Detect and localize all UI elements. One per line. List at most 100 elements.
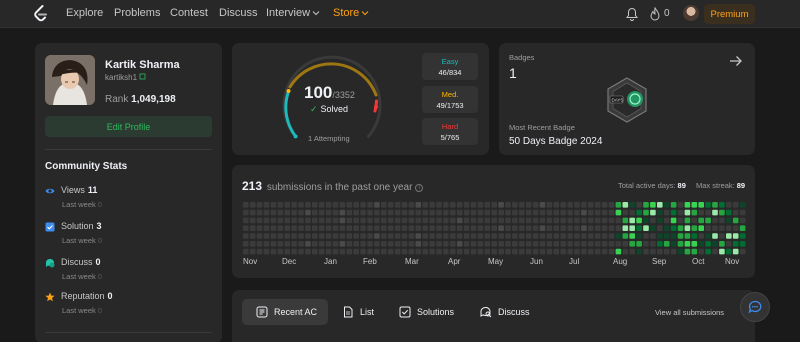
heatmap-cell[interactable] [381,241,387,247]
heatmap-cell[interactable] [243,209,249,216]
heatmap-cell[interactable] [691,241,698,247]
heatmap-cell[interactable] [443,233,449,239]
heatmap-cell[interactable] [325,209,332,216]
heatmap-cell[interactable] [360,225,366,231]
fire-icon[interactable] [650,7,660,21]
heatmap-cell[interactable] [243,241,249,247]
heatmap-cell[interactable] [498,225,504,231]
heatmap-cell[interactable] [346,209,353,216]
heatmap-cell[interactable] [387,225,394,231]
heatmap-cell[interactable] [470,217,477,224]
heatmap-cell[interactable] [663,248,670,255]
heatmap-cell[interactable] [498,209,504,216]
heatmap-cell[interactable] [705,248,711,255]
heatmap-cell[interactable] [401,202,408,208]
heatmap-cell[interactable] [670,248,677,255]
heatmap-cell[interactable] [553,233,560,239]
heatmap-cell[interactable] [256,209,263,216]
heatmap-cell[interactable] [650,225,656,231]
heatmap-cell[interactable] [594,225,601,231]
heatmap-cell[interactable] [408,217,415,224]
heatmap-cell[interactable] [574,209,580,216]
heatmap-cell[interactable] [622,217,629,224]
heatmap-cell[interactable] [477,217,484,224]
heatmap-cell[interactable] [415,202,422,208]
heatmap-cell[interactable] [525,217,532,224]
heatmap-cell[interactable] [429,233,435,239]
heatmap-cell[interactable] [581,248,587,255]
heatmap-cell[interactable] [705,202,711,208]
heatmap-cell[interactable] [305,241,311,247]
heatmap-cell[interactable] [381,209,387,216]
heatmap-cell[interactable] [539,248,546,255]
heatmap-cell[interactable] [381,225,387,231]
heatmap-cell[interactable] [601,248,608,255]
heatmap-cell[interactable] [422,202,428,208]
heatmap-cell[interactable] [381,248,387,255]
heatmap-cell[interactable] [650,202,656,208]
heatmap-cell[interactable] [484,248,491,255]
heatmap-cell[interactable] [422,225,428,231]
heatmap-cell[interactable] [415,233,422,239]
heatmap-cell[interactable] [284,241,290,247]
heatmap-cell[interactable] [491,202,497,208]
heatmap-cell[interactable] [374,209,380,216]
heatmap-cell[interactable] [663,241,670,247]
heatmap-cell[interactable] [318,241,325,247]
heatmap-cell[interactable] [470,233,477,239]
heatmap-cell[interactable] [567,202,573,208]
heatmap-cell[interactable] [739,248,746,255]
heatmap-cell[interactable] [726,233,732,239]
heatmap-cell[interactable] [739,202,746,208]
heatmap-cell[interactable] [608,217,615,224]
heatmap-cell[interactable] [339,241,346,247]
heatmap-cell[interactable] [381,202,387,208]
heatmap-cell[interactable] [477,248,484,255]
heatmap-cell[interactable] [353,225,359,231]
heatmap-cell[interactable] [332,233,339,239]
heatmap-cell[interactable] [684,202,691,208]
heatmap-cell[interactable] [519,202,525,208]
heatmap-cell[interactable] [318,233,325,239]
heatmap-cell[interactable] [519,233,525,239]
heatmap-cell[interactable] [381,217,387,224]
heatmap-cell[interactable] [249,217,256,224]
heatmap-cell[interactable] [719,225,725,231]
heatmap-cell[interactable] [491,248,497,255]
heatmap-cell[interactable] [581,241,587,247]
heatmap-cell[interactable] [622,225,629,231]
heatmap-cell[interactable] [367,241,373,247]
heatmap-cell[interactable] [360,241,366,247]
heatmap-cell[interactable] [477,241,484,247]
heatmap-cell[interactable] [298,202,304,208]
heatmap-cell[interactable] [346,241,353,247]
heatmap-cell[interactable] [532,248,539,255]
heatmap-cell[interactable] [684,233,691,239]
heatmap-cell[interactable] [629,233,635,239]
heatmap-cell[interactable] [532,217,539,224]
heatmap-cell[interactable] [650,233,656,239]
heatmap-cell[interactable] [249,248,256,255]
heatmap-cell[interactable] [622,241,629,247]
heatmap-cell[interactable] [291,217,297,224]
heatmap-cell[interactable] [519,241,525,247]
heatmap-cell[interactable] [284,217,290,224]
heatmap-cell[interactable] [408,248,415,255]
heatmap-cell[interactable] [732,241,739,247]
heatmap-cell[interactable] [401,225,408,231]
heatmap-cell[interactable] [622,233,629,239]
nav-problems[interactable]: Problems [114,7,160,19]
heatmap-cell[interactable] [574,233,580,239]
heatmap-cell[interactable] [484,233,491,239]
heatmap-cell[interactable] [739,225,746,231]
heatmap-cell[interactable] [698,209,704,216]
heatmap-cell[interactable] [456,202,463,208]
heatmap-cell[interactable] [539,202,546,208]
nav-store[interactable]: Store [333,7,369,19]
heatmap-cell[interactable] [698,241,704,247]
premium-button[interactable]: Premium [704,4,755,24]
heatmap-cell[interactable] [346,202,353,208]
heatmap-cell[interactable] [629,241,635,247]
heatmap-cell[interactable] [312,202,318,208]
heatmap-cell[interactable] [284,202,290,208]
